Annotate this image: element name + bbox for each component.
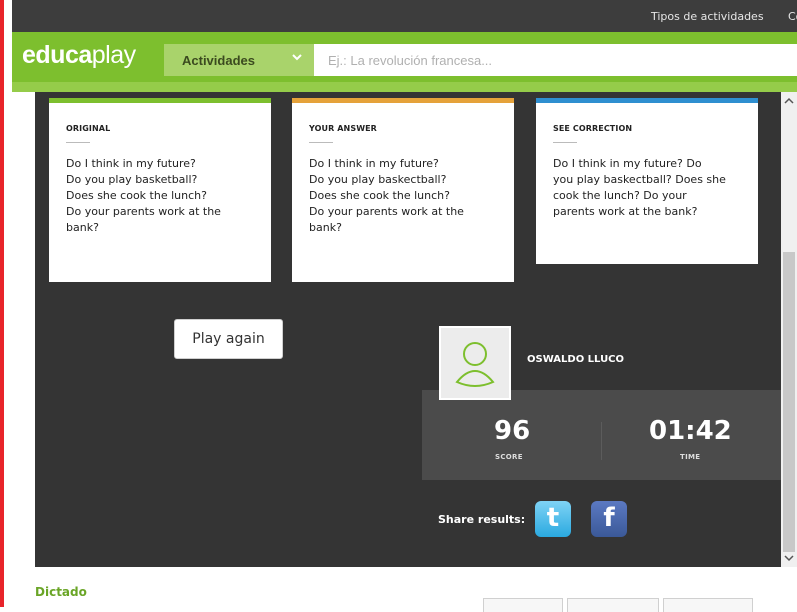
activities-label: Actividades	[182, 53, 255, 68]
facebook-icon: f	[603, 503, 615, 533]
card-line: Do your parents work at the	[309, 205, 464, 218]
facebook-share-button[interactable]: f	[591, 501, 627, 537]
activity-types-link[interactable]: Tipos de actividades	[651, 10, 764, 23]
card-color-bar	[536, 98, 758, 103]
twitter-share-button[interactable]: t	[535, 501, 571, 537]
logo-bold-text: educa	[22, 41, 92, 69]
share-results-label: Share results:	[438, 513, 526, 526]
avatar	[439, 326, 511, 400]
bottom-tab[interactable]	[567, 598, 659, 612]
user-avatar-icon	[455, 342, 495, 387]
card-divider	[309, 142, 333, 143]
left-accent-border	[0, 0, 4, 607]
results-panel: ORIGINAL Do I think in my future? Do you…	[35, 92, 781, 567]
card-line: Does she cook the lunch?	[66, 189, 207, 202]
card-line: Do I think in my future? Do	[553, 157, 702, 170]
card-line: bank?	[66, 221, 99, 234]
card-line: Do your parents work at the	[66, 205, 221, 218]
card-line: parents work at the bank?	[553, 205, 698, 218]
scroll-up-icon[interactable]	[784, 96, 794, 106]
your-answer-card: YOUR ANSWER Do I think in my future? Do …	[292, 98, 514, 282]
scrollbar[interactable]	[781, 92, 797, 567]
chevron-down-icon	[292, 54, 302, 61]
score-value: 96	[494, 416, 531, 446]
top-navigation-bar: Tipos de actividades Co	[12, 0, 797, 32]
truncated-nav-link[interactable]: Co	[788, 10, 797, 23]
activities-dropdown[interactable]: Actividades	[164, 44, 314, 76]
twitter-icon: t	[546, 503, 560, 533]
card-line: cook the lunch? Do your	[553, 189, 687, 202]
scrollbar-thumb[interactable]	[783, 252, 795, 552]
card-line: Do you play baskectball?	[309, 173, 447, 186]
card-line: Do I think in my future?	[309, 157, 439, 170]
header-band	[12, 82, 797, 92]
card-body: Do I think in my future? Do you play bas…	[309, 156, 500, 236]
logo-light-text: play	[91, 41, 136, 69]
original-text-card: ORIGINAL Do I think in my future? Do you…	[49, 98, 271, 282]
card-body: Do I think in my future? Do you play bas…	[553, 156, 744, 220]
card-line: Do I think in my future?	[66, 157, 196, 170]
card-title: ORIGINAL	[66, 124, 111, 133]
score-label: SCORE	[495, 453, 523, 461]
stat-divider	[601, 422, 602, 460]
educaplay-logo[interactable]: educaplay	[22, 41, 136, 70]
card-body: Do I think in my future? Do you play bas…	[66, 156, 257, 236]
card-title: YOUR ANSWER	[309, 124, 377, 133]
card-line: Does she cook the lunch?	[309, 189, 450, 202]
username: OSWALDO LLUCO	[527, 354, 625, 365]
activity-title: Dictado	[35, 585, 87, 599]
play-again-button[interactable]: Play again	[174, 319, 283, 359]
card-line: you play baskectball? Does she	[553, 173, 726, 186]
bottom-tab[interactable]	[483, 598, 563, 612]
card-line: Do you play basketball?	[66, 173, 198, 186]
scroll-down-icon[interactable]	[784, 553, 794, 563]
main-header: educaplay Actividades Ej.: La revolución…	[12, 32, 797, 92]
time-value: 01:42	[649, 416, 732, 446]
card-line: bank?	[309, 221, 342, 234]
correction-card: SEE CORRECTION Do I think in my future? …	[536, 98, 758, 264]
card-color-bar	[292, 98, 514, 103]
search-input[interactable]: Ej.: La revolución francesa...	[314, 44, 797, 76]
card-divider	[553, 142, 577, 143]
time-label: TIME	[680, 453, 701, 461]
card-title: SEE CORRECTION	[553, 124, 633, 133]
card-divider	[66, 142, 90, 143]
card-color-bar	[49, 98, 271, 103]
bottom-tab[interactable]	[663, 598, 753, 612]
